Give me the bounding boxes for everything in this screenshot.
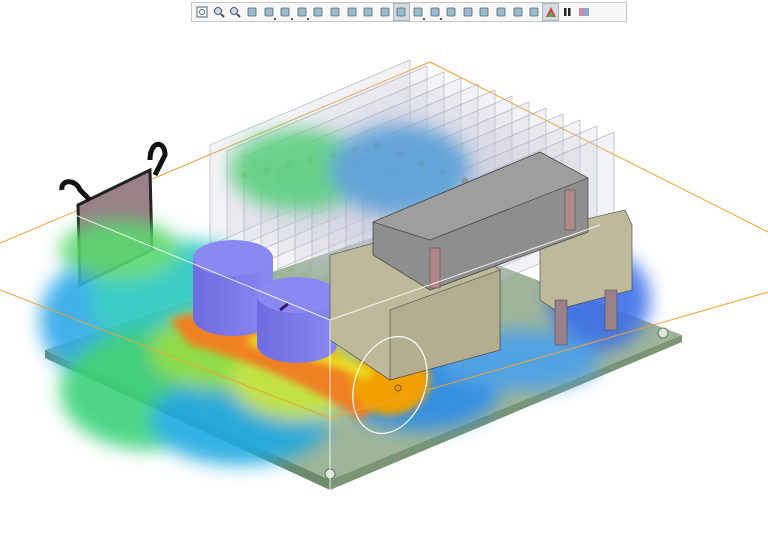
capacitor-2 <box>257 277 337 363</box>
cfd-viewport[interactable] <box>0 0 768 538</box>
